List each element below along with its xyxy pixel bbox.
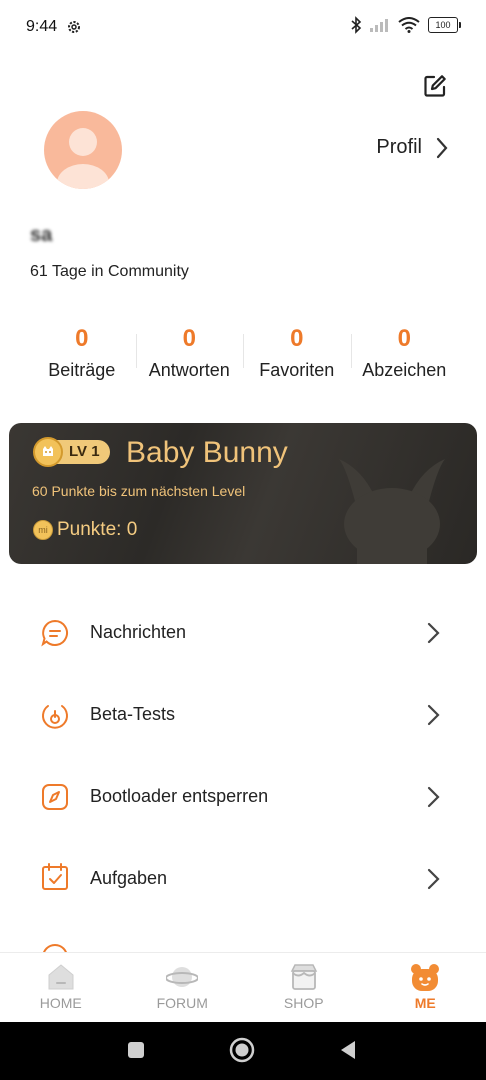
message-icon xyxy=(41,619,68,647)
tab-label: FORUM xyxy=(156,995,208,1011)
stat-value: 0 xyxy=(290,325,304,352)
partial-item-icon xyxy=(43,944,67,952)
community-days: 61 Tage in Community xyxy=(30,263,189,280)
stat-label: Antworten xyxy=(148,360,230,380)
wifi-icon xyxy=(398,17,420,33)
level-badge: LV 1 xyxy=(33,437,110,467)
profile-link[interactable]: Profil xyxy=(376,136,448,159)
chevron-right-icon xyxy=(427,786,440,808)
level-coin-icon xyxy=(33,437,63,467)
stat-answers[interactable]: 0 Antworten xyxy=(135,322,244,392)
chevron-right-icon xyxy=(427,704,440,726)
tab-label: ME xyxy=(414,995,436,1011)
tab-forum[interactable]: FORUM xyxy=(122,953,244,1023)
menu-item-tasks[interactable]: Aufgaben xyxy=(0,838,486,918)
chevron-right-icon xyxy=(427,622,440,644)
settings-gear-icon xyxy=(68,21,80,33)
recents-icon[interactable] xyxy=(126,1040,146,1060)
menu-label: Aufgaben xyxy=(90,868,168,888)
points-row: mi Punkte: 0 xyxy=(33,519,137,541)
menu-item-messages[interactable]: Nachrichten xyxy=(0,592,486,672)
stat-favorites[interactable]: 0 Favoriten xyxy=(243,322,351,392)
edit-icon[interactable] xyxy=(422,73,448,99)
status-bar: 9:44 100 xyxy=(0,0,486,56)
stat-value: 0 xyxy=(75,325,89,352)
stat-value: 0 xyxy=(182,325,196,352)
beta-icon xyxy=(42,705,68,729)
tab-label: HOME xyxy=(39,995,82,1011)
planet-icon xyxy=(166,967,199,987)
points-coin-icon: mi xyxy=(33,520,53,540)
status-time: 9:44 xyxy=(26,18,58,35)
level-name: Baby Bunny xyxy=(126,436,288,469)
system-nav-bar xyxy=(0,1022,486,1080)
tab-label: SHOP xyxy=(283,995,324,1011)
stat-posts[interactable]: 0 Beiträge xyxy=(28,322,136,392)
home-icon xyxy=(48,964,74,990)
bottom-tab-bar: HOME FORUM SHOP ME xyxy=(0,952,486,1023)
stat-badges[interactable]: 0 Abzeichen xyxy=(350,322,459,392)
bear-icon xyxy=(411,964,440,991)
stat-value: 0 xyxy=(397,325,411,352)
menu-label: Bootloader entsperren xyxy=(90,786,269,806)
status-icons: 100 xyxy=(350,16,461,34)
menu-item-bootloader[interactable]: Bootloader entsperren xyxy=(0,756,486,836)
tab-home[interactable]: HOME xyxy=(0,953,122,1023)
stat-label: Favoriten xyxy=(259,360,335,380)
tab-shop[interactable]: SHOP xyxy=(243,953,365,1023)
level-badge-label: LV 1 xyxy=(55,440,110,464)
menu-label: Nachrichten xyxy=(90,622,187,642)
avatar-silhouette-icon xyxy=(57,128,109,189)
menu-item-partial[interactable] xyxy=(0,920,486,952)
bootloader-icon xyxy=(42,784,68,810)
back-icon[interactable] xyxy=(338,1039,358,1061)
stat-label: Abzeichen xyxy=(362,360,447,380)
profile-link-label: Profil xyxy=(376,136,422,158)
bunny-watermark-icon xyxy=(339,459,445,564)
username: sa xyxy=(30,224,53,246)
shop-icon xyxy=(290,964,317,990)
menu-item-beta-tests[interactable]: Beta-Tests xyxy=(0,674,486,754)
level-next-text: 60 Punkte bis zum nächsten Level xyxy=(32,483,246,499)
chevron-right-icon xyxy=(427,868,440,890)
points-text: Punkte: 0 xyxy=(57,519,138,540)
chevron-right-icon xyxy=(436,137,448,158)
home-button-icon[interactable] xyxy=(229,1037,255,1063)
tab-me[interactable]: ME xyxy=(365,953,486,1023)
calendar-icon xyxy=(42,863,68,890)
stats-row: 0 Beiträge 0 Antworten 0 Favoriten 0 Abz… xyxy=(28,322,458,392)
battery-indicator: 100 xyxy=(428,17,461,33)
bluetooth-icon xyxy=(351,16,362,34)
cell-signal-icon xyxy=(370,19,388,32)
avatar[interactable] xyxy=(44,111,122,189)
stat-label: Beiträge xyxy=(48,360,116,380)
menu-label: Beta-Tests xyxy=(90,704,176,724)
